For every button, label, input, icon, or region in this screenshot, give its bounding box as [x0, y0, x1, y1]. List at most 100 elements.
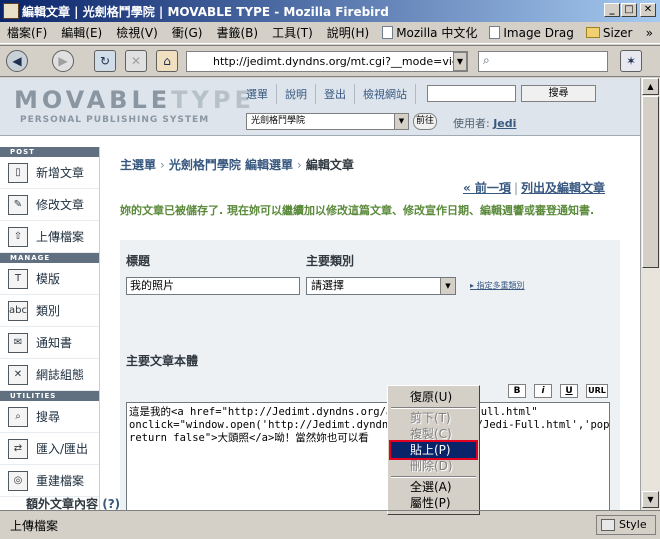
style-button[interactable]: Style [596, 515, 656, 535]
rebuild-icon: ◎ [8, 470, 28, 491]
blog-select[interactable]: 光劍格鬥學院 ▼ [246, 113, 409, 130]
menu-view[interactable]: 檢視(V) [109, 24, 165, 41]
nav-menu[interactable]: 選單 [238, 84, 277, 104]
user-info: 使用者: Jedi [453, 117, 517, 130]
sidebar-item-notifications[interactable]: ✉ 通知書 [0, 327, 99, 359]
bold-button[interactable]: B [508, 384, 526, 398]
sidebar-item-search[interactable]: ⌕ 搜尋 [0, 401, 99, 433]
scroll-thumb[interactable] [642, 96, 659, 268]
page-icon [489, 26, 501, 39]
bookmark-label: Mozilla 中文化 [396, 26, 478, 40]
ctx-cut: 剪下(T) [410, 411, 451, 425]
page-icon [382, 26, 394, 39]
nav-view-site[interactable]: 檢視網站 [355, 84, 416, 104]
menu-go[interactable]: 衝(G) [165, 24, 210, 41]
multi-category-link[interactable]: ▸ 指定多重類別 [470, 280, 525, 291]
breadcrumb-main-menu[interactable]: 主選單 [120, 158, 156, 172]
bookmarks-overflow[interactable]: » [639, 26, 660, 40]
upload-icon: ⇧ [8, 226, 28, 247]
style-icon [601, 519, 615, 531]
page-content: MOVABLETYPE PERSONAL PUBLISHING SYSTEM 選… [0, 78, 640, 510]
forward-icon[interactable]: ▶ [52, 50, 74, 72]
bookmark-sizer[interactable]: Sizer [580, 26, 639, 40]
mt-search-button[interactable]: 搜尋 [521, 85, 596, 102]
close-button[interactable]: ✕ [640, 3, 656, 17]
throbber-icon: ✶ [620, 50, 642, 72]
list-entries-link[interactable]: 列出及編輯文章 [521, 181, 605, 195]
ctx-properties[interactable]: 屬性(P) [391, 495, 476, 511]
user-link[interactable]: Jedi [493, 117, 516, 130]
breadcrumb-current: 編輯文章 [305, 158, 354, 172]
stop-icon[interactable]: ✕ [125, 50, 147, 72]
page-vertical-scrollbar[interactable]: ▲ ▼ [640, 78, 660, 510]
bookmark-mozilla[interactable]: Mozilla 中文化 [376, 24, 483, 41]
menu-tools[interactable]: 工具(T) [265, 24, 320, 41]
breadcrumb: 主選單 › 光劍格鬥學院 編輯選單 › 編輯文章 [120, 158, 354, 172]
url-button[interactable]: URL [586, 384, 608, 398]
bookmark-image-drag[interactable]: Image Drag [483, 26, 580, 40]
go-button[interactable]: 前往 [413, 113, 437, 130]
nav-help[interactable]: 說明 [277, 84, 316, 104]
entry-form: 標題 主要類別 我的照片 請選擇 ▼ ▸ 指定多重類別 主要文章本體 B i U … [120, 240, 620, 510]
url-dropdown-icon[interactable]: ▼ [453, 52, 467, 71]
sidebar-item-import-export[interactable]: ⇄ 匯入/匯出 [0, 433, 99, 465]
body-line: return false">大頭照</a>呦！當然妳也可以看 [129, 432, 369, 444]
menu-edit[interactable]: 編輯(E) [54, 24, 109, 41]
entry-body-textarea[interactable]: 這是我的<a href="http://Jedimt.dyndns.org/ar… [126, 402, 610, 510]
title-label: 標題 [126, 254, 151, 268]
category-select[interactable]: 請選擇 ▼ [306, 277, 456, 295]
sidebar-item-new-entry[interactable]: ▯ 新增文章 [0, 157, 99, 189]
scroll-down-icon[interactable]: ▼ [642, 491, 659, 508]
ctx-separator [391, 476, 476, 478]
url-bar[interactable]: http://jedimt.dyndns.org/mt.cgi?__mode=v… [186, 51, 468, 72]
search-icon: ⌕ [8, 406, 28, 427]
back-icon[interactable]: ◀ [6, 50, 28, 72]
body-label: 主要文章本體 [126, 354, 199, 368]
new-page-icon: ▯ [8, 162, 28, 183]
context-menu: 復原(U) 剪下(T) 複製(C) 貼上(P) 刪除(D) 全選(A) 屬性(P… [387, 385, 480, 515]
nav-logout[interactable]: 登出 [316, 84, 355, 104]
edit-page-icon: ✎ [8, 194, 28, 215]
sidebar-item-upload[interactable]: ⇧ 上傳檔案 [0, 221, 99, 253]
search-icon: ⌕ [483, 53, 490, 67]
minimize-button[interactable]: _ [604, 3, 620, 17]
envelope-icon: ✉ [8, 332, 28, 353]
bookmark-label: Sizer [602, 25, 633, 40]
menu-bookmarks[interactable]: 書籤(B) [209, 24, 265, 41]
ctx-select-all[interactable]: 全選(A) [391, 479, 476, 495]
main-panel: 主選單 › 光劍格鬥學院 編輯選單 › 編輯文章 « 前一項 | 列出及編輯文章 妳的文章已… [100, 136, 640, 510]
import-export-icon: ⇄ [8, 438, 28, 459]
underline-button[interactable]: U [560, 384, 578, 398]
category-label: 主要類別 [306, 254, 355, 268]
ctx-copy: 複製(C) [410, 427, 452, 441]
help-link[interactable]: (?) [102, 497, 120, 510]
mt-search-input[interactable] [427, 85, 516, 102]
sidebar-item-categories[interactable]: abc 類別 [0, 295, 99, 327]
breadcrumb-blog-menu[interactable]: 光劍格鬥學院 編輯選單 [169, 158, 293, 172]
sidebar-item-edit-entries[interactable]: ✎ 修改文章 [0, 189, 99, 221]
prev-entry-link[interactable]: « 前一項 [463, 181, 511, 195]
folder-icon [585, 27, 600, 38]
ctx-undo[interactable]: 復原(U) [391, 389, 476, 405]
maximize-button[interactable]: □ [621, 3, 637, 17]
ctx-paste[interactable]: 貼上(P) [389, 440, 478, 460]
scroll-up-icon[interactable]: ▲ [642, 78, 659, 95]
ctx-delete: 刪除(D) [410, 459, 453, 473]
body-line: onclick="window.open('http://Jedimt.dynd… [129, 419, 610, 431]
search-input[interactable]: ⌕ [478, 51, 608, 72]
reload-icon[interactable]: ↻ [94, 50, 116, 72]
sidebar: POST ▯ 新增文章 ✎ 修改文章 ⇧ 上傳檔案 MANAGE T 模版 abc 類別 … [0, 147, 100, 510]
mt-header: MOVABLETYPE PERSONAL PUBLISHING SYSTEM 選… [0, 78, 640, 136]
menu-help[interactable]: 說明(H) [320, 24, 376, 41]
home-icon[interactable]: ⌂ [156, 50, 178, 72]
title-input[interactable]: 我的照片 [126, 277, 300, 295]
menu-file[interactable]: 檔案(F) [0, 24, 54, 41]
italic-button[interactable]: i [534, 384, 552, 398]
entry-pager: « 前一項 | 列出及編輯文章 [463, 181, 605, 195]
saved-message: 妳的文章已被儲存了. 現在妳可以繼續加以修改這篇文章、修改宣作日期、編輯週響或審… [120, 204, 595, 217]
sidebar-item-rebuild[interactable]: ◎ 重建檔案 [0, 465, 99, 497]
status-text: 上傳檔案 [10, 518, 59, 533]
section-utilities: UTILITIES [0, 391, 99, 401]
sidebar-item-templates[interactable]: T 模版 [0, 263, 99, 295]
sidebar-item-blog-config[interactable]: ✕ 網誌組態 [0, 359, 99, 391]
